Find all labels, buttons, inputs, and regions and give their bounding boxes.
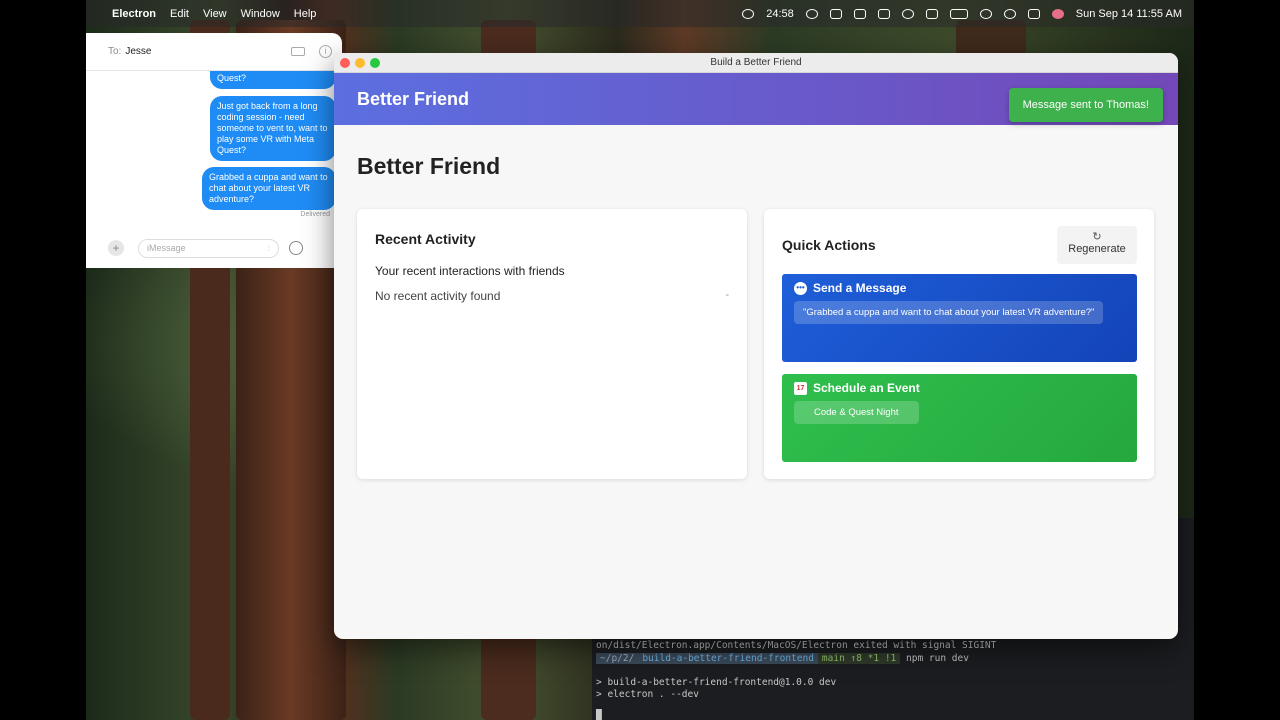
video-call-icon[interactable] [291,47,305,56]
terminal-prompt: ~/p/2/build-a-better-friend-frontend main… [596,653,969,664]
page-title: Better Friend [357,153,501,179]
regenerate-button[interactable]: ↻ Regenerate [1057,226,1137,264]
imessage-placeholder: iMessage [147,243,186,253]
window-titlebar[interactable]: Build a Better Friend [334,53,1178,73]
timer-text: 24:58 [766,7,794,20]
message-bubble: Quest? [210,71,336,89]
terminal-command: npm run dev [906,653,969,664]
send-message-title: Send a Message [813,281,907,295]
schedule-event-title-row: 17 Schedule an Event [794,381,920,395]
minimize-window-button[interactable] [355,58,365,68]
plus-icon[interactable]: + [108,240,124,256]
quick-actions-card: Quick Actions ↻ Regenerate ••• Send a Me… [764,209,1154,479]
recent-activity-card: Recent Activity Your recent interactions… [357,209,747,479]
calendar-icon: 17 [794,381,807,395]
zoom-window-button[interactable] [370,58,380,68]
info-icon[interactable]: i [319,45,332,58]
window-icon[interactable] [877,8,890,19]
window-title: Build a Better Friend [710,57,802,68]
terminal-line: > build-a-better-friend-frontend@1.0.0 d… [596,677,837,688]
menu-edit[interactable]: Edit [170,8,189,20]
message-bubble: Grabbed a cuppa and want to chat about y… [202,167,336,210]
terminal-cursor: █ [596,710,602,720]
wifi-icon[interactable] [979,8,992,19]
recent-activity-title: Recent Activity [375,231,476,247]
control-center-icon[interactable] [1027,8,1040,19]
schedule-event-title: Schedule an Event [813,381,920,395]
bluetooth-icon[interactable] [925,8,938,19]
prompt-branch: main ↑8 *1 !1 [817,653,901,664]
delivered-status: Delivered [300,211,330,218]
message-compose-row: + iMessage ⫶ [86,235,342,261]
toast-notification: Message sent to Thomas! [1008,88,1163,122]
battery-app-icon[interactable] [829,8,842,19]
schedule-event-action[interactable]: 17 Schedule an Event Code & Quest Night [782,374,1137,462]
clock-text[interactable]: Sun Sep 14 11:55 AM [1076,8,1182,20]
prompt-project: build-a-better-friend-frontend [638,653,818,664]
battery-icon[interactable] [949,8,968,19]
suggested-message[interactable]: "Grabbed a cuppa and want to chat about … [794,301,1104,324]
message-bubble: Just got back from a long coding session… [210,96,336,161]
menu-bar: Electron Edit View Window Help 24:58 Sun… [86,0,1194,27]
empty-state-dash: - [725,289,729,301]
suggested-event[interactable]: Code & Quest Night [794,401,919,424]
imessage-input[interactable]: iMessage ⫶ [138,238,279,258]
timer-icon[interactable] [805,8,818,19]
messages-header: To: Jesse i [86,33,342,71]
menu-app-name[interactable]: Electron [112,8,156,20]
record-icon[interactable] [742,8,755,19]
menu-view[interactable]: View [203,8,227,20]
prompt-path: ~/p/2/ [596,653,639,664]
to-label: To: [108,46,122,57]
better-friend-window: Build a Better Friend Better Friend Mess… [334,53,1178,639]
send-message-title-row: ••• Send a Message [794,281,906,295]
chat-bubble-icon: ••• [794,281,807,295]
empty-state-text: No recent activity found [375,289,501,303]
messages-window: To: Jesse i Quest? Just got back from a … [86,33,342,268]
emoji-icon[interactable] [289,241,303,255]
menu-help[interactable]: Help [294,8,317,20]
regenerate-label: Regenerate [1068,243,1126,255]
audio-wave-icon[interactable]: ⫶ [268,243,270,254]
desktop: Electron Edit View Window Help 24:58 Sun… [86,0,1194,720]
recipient-name[interactable]: Jesse [125,46,151,57]
terminal-line: on/dist/Electron.app/Contents/MacOS/Elec… [596,640,997,651]
close-window-button[interactable] [340,58,350,68]
terminal-line: > electron . --dev [596,689,699,700]
refresh-icon: ↻ [1092,231,1102,243]
menu-window[interactable]: Window [241,8,280,20]
notes-icon[interactable] [853,8,866,19]
app-brand: Better Friend [357,88,470,109]
search-icon[interactable] [1003,8,1016,19]
send-message-action[interactable]: ••• Send a Message "Grabbed a cuppa and … [782,274,1137,362]
play-icon[interactable] [901,8,914,19]
recent-activity-subtitle: Your recent interactions with friends [375,264,565,278]
quick-actions-title: Quick Actions [782,237,876,253]
siri-icon[interactable] [1051,8,1064,19]
